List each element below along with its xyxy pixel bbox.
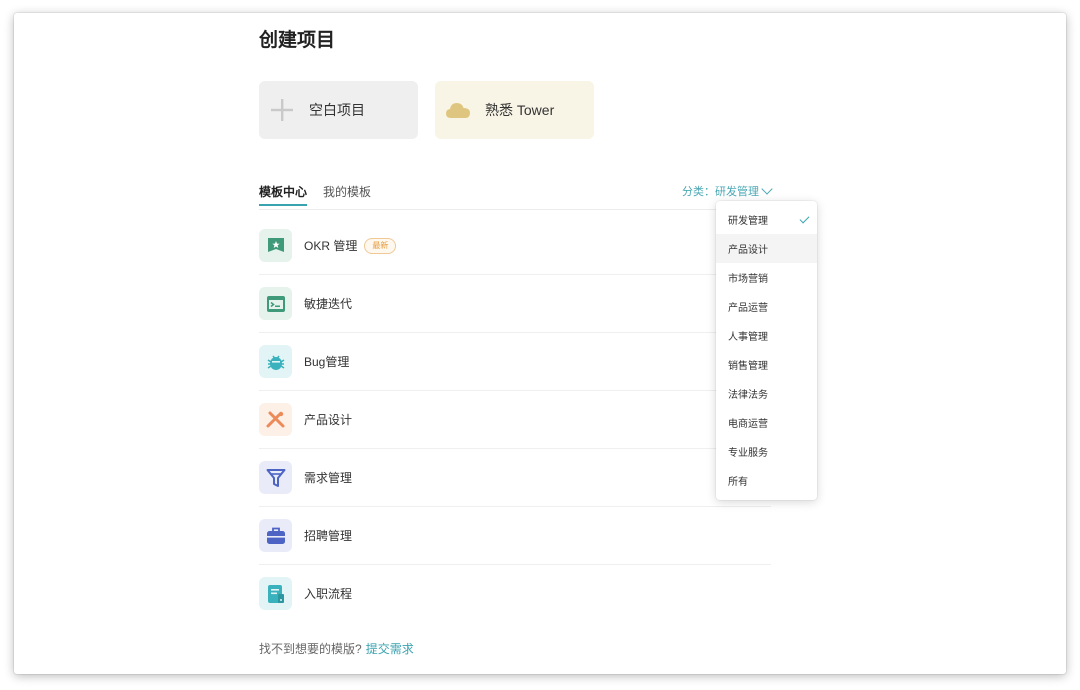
- funnel-icon: [259, 461, 292, 494]
- template-name: 招聘管理: [304, 529, 353, 543]
- page-title: 创建项目: [259, 30, 336, 51]
- bug-icon: [259, 345, 292, 378]
- template-row-product-design[interactable]: 产品设计: [259, 391, 771, 449]
- blank-project-label: 空白项目: [309, 102, 365, 118]
- dropdown-item-label: 研发管理: [728, 216, 768, 227]
- template-row-recruiting[interactable]: 招聘管理: [259, 507, 771, 565]
- dropdown-item-all[interactable]: 所有: [716, 466, 817, 495]
- chevron-down-icon: [761, 183, 773, 195]
- dropdown-item-ecommerce[interactable]: 电商运营: [716, 408, 817, 437]
- dropdown-item-label: 所有: [728, 477, 748, 488]
- template-name: 敏捷迭代: [304, 297, 353, 311]
- tab-template-center[interactable]: 模板中心: [259, 183, 308, 206]
- dropdown-item-label: 市场营销: [728, 274, 768, 285]
- dropdown-item-legal[interactable]: 法律法务: [716, 379, 817, 408]
- template-name: 需求管理: [304, 471, 353, 485]
- dropdown-item-product-design[interactable]: 产品设计: [716, 234, 817, 263]
- template-name: 入职流程: [304, 587, 353, 601]
- flag-icon: [259, 229, 292, 262]
- category-filter-label: 分类：研发管理: [682, 186, 759, 198]
- tour-button[interactable]: 熟悉 Tower: [435, 81, 594, 139]
- dropdown-item-label: 电商运营: [728, 419, 768, 430]
- cloud-icon: [445, 97, 471, 123]
- template-name: OKR 管理: [304, 239, 358, 253]
- category-filter[interactable]: 分类：研发管理: [682, 183, 773, 199]
- plus-icon: [269, 97, 295, 123]
- dropdown-item-rd-management[interactable]: 研发管理: [716, 205, 817, 234]
- dropdown-item-marketing[interactable]: 市场营销: [716, 263, 817, 292]
- footer-text: 找不到想要的模版?: [259, 642, 362, 656]
- category-dropdown: 研发管理 产品设计 市场营销 产品运营 人事管理 销售管理 法律法务 电商运营 …: [716, 201, 817, 500]
- dropdown-item-sales[interactable]: 销售管理: [716, 350, 817, 379]
- tour-label: 熟悉 Tower: [485, 102, 555, 118]
- dropdown-item-label: 销售管理: [728, 361, 768, 372]
- dropdown-item-label: 产品设计: [728, 245, 768, 256]
- dropdown-item-professional-services[interactable]: 专业服务: [716, 437, 817, 466]
- app-window: 创建项目 空白项目 熟悉 Tower 模板中心 我的模板 分类：研发管理 OKR…: [14, 13, 1066, 674]
- template-row-agile[interactable]: 敏捷迭代: [259, 275, 771, 333]
- document-icon: [259, 577, 292, 610]
- terminal-card-icon: [259, 287, 292, 320]
- briefcase-icon: [259, 519, 292, 552]
- footer-hint: 找不到想要的模版? 提交需求: [259, 640, 414, 657]
- template-row-onboarding[interactable]: 入职流程: [259, 565, 771, 622]
- template-row-okr[interactable]: OKR 管理 最新: [259, 217, 771, 275]
- template-row-bug[interactable]: Bug管理: [259, 333, 771, 391]
- template-list: OKR 管理 最新 敏捷迭代 Bug管理 产品设计 需求管理 招聘管理 入职流程: [259, 217, 771, 622]
- template-name: 产品设计: [304, 413, 353, 427]
- new-badge: 最新: [364, 237, 397, 254]
- dropdown-item-product-ops[interactable]: 产品运营: [716, 292, 817, 321]
- design-tools-icon: [259, 403, 292, 436]
- blank-project-button[interactable]: 空白项目: [259, 81, 418, 139]
- dropdown-item-hr[interactable]: 人事管理: [716, 321, 817, 350]
- submit-request-link[interactable]: 提交需求: [366, 642, 414, 656]
- template-name: Bug管理: [304, 355, 350, 369]
- dropdown-item-label: 产品运营: [728, 303, 768, 314]
- dropdown-item-label: 专业服务: [728, 448, 768, 459]
- tab-my-templates[interactable]: 我的模板: [323, 183, 371, 200]
- template-row-requirements[interactable]: 需求管理: [259, 449, 771, 507]
- template-tabs: 模板中心 我的模板 分类：研发管理: [259, 178, 773, 210]
- dropdown-item-label: 法律法务: [728, 390, 768, 401]
- dropdown-item-label: 人事管理: [728, 332, 768, 343]
- check-icon: [799, 213, 810, 224]
